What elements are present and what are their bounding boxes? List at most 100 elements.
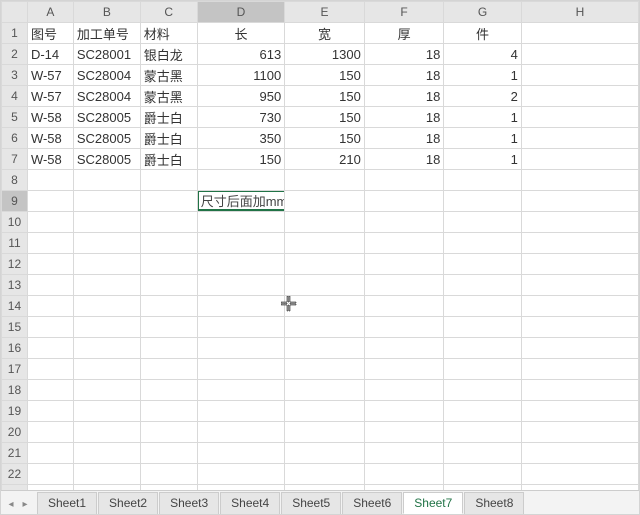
cell-B18[interactable] — [73, 380, 140, 401]
cell-E13[interactable] — [285, 275, 365, 296]
cell-E21[interactable] — [285, 443, 365, 464]
cell-H9[interactable] — [521, 191, 638, 212]
cell-F3[interactable]: 18 — [364, 65, 443, 86]
col-header-A[interactable]: A — [27, 2, 73, 23]
cell-H10[interactable] — [521, 212, 638, 233]
col-header-G[interactable]: G — [444, 2, 521, 23]
cell-D4[interactable]: 950 — [197, 86, 285, 107]
row-header-19[interactable]: 19 — [2, 401, 28, 422]
col-header-H[interactable]: H — [521, 2, 638, 23]
cell-G22[interactable] — [444, 464, 521, 485]
cell-G18[interactable] — [444, 380, 521, 401]
cell-F16[interactable] — [364, 338, 443, 359]
cell-H3[interactable] — [521, 65, 638, 86]
cell-H18[interactable] — [521, 380, 638, 401]
cell-B14[interactable] — [73, 296, 140, 317]
cell-C4[interactable]: 蒙古黑 — [140, 86, 197, 107]
cell-A6[interactable]: W-58 — [27, 128, 73, 149]
cell-D13[interactable] — [197, 275, 285, 296]
grid[interactable]: A B C D E F G H 1图号加工单号材料长宽厚件2D-14SC2800… — [1, 1, 639, 506]
cell-A19[interactable] — [27, 401, 73, 422]
col-header-B[interactable]: B — [73, 2, 140, 23]
cell-C5[interactable]: 爵士白 — [140, 107, 197, 128]
row-header-8[interactable]: 8 — [2, 170, 28, 191]
cell-A22[interactable] — [27, 464, 73, 485]
cell-B3[interactable]: SC28004 — [73, 65, 140, 86]
sheet-tab-Sheet2[interactable]: Sheet2 — [98, 492, 158, 514]
cell-G12[interactable] — [444, 254, 521, 275]
row-header-18[interactable]: 18 — [2, 380, 28, 401]
row-header-2[interactable]: 2 — [2, 44, 28, 65]
row-header-5[interactable]: 5 — [2, 107, 28, 128]
cell-G14[interactable] — [444, 296, 521, 317]
cell-C18[interactable] — [140, 380, 197, 401]
row-header-12[interactable]: 12 — [2, 254, 28, 275]
cell-D2[interactable]: 613 — [197, 44, 285, 65]
cell-A4[interactable]: W-57 — [27, 86, 73, 107]
cell-E7[interactable]: 210 — [285, 149, 365, 170]
cell-D12[interactable] — [197, 254, 285, 275]
cell-D6[interactable]: 350 — [197, 128, 285, 149]
cell-C9[interactable] — [140, 191, 197, 212]
cell-B13[interactable] — [73, 275, 140, 296]
cell-C19[interactable] — [140, 401, 197, 422]
cell-C16[interactable] — [140, 338, 197, 359]
cell-C8[interactable] — [140, 170, 197, 191]
cell-H20[interactable] — [521, 422, 638, 443]
cell-F7[interactable]: 18 — [364, 149, 443, 170]
cell-B22[interactable] — [73, 464, 140, 485]
row-header-11[interactable]: 11 — [2, 233, 28, 254]
cell-D20[interactable] — [197, 422, 285, 443]
cell-C6[interactable]: 爵士白 — [140, 128, 197, 149]
cell-C20[interactable] — [140, 422, 197, 443]
cell-C17[interactable] — [140, 359, 197, 380]
cell-D15[interactable] — [197, 317, 285, 338]
cell-G19[interactable] — [444, 401, 521, 422]
chevron-left-icon[interactable]: ◂ — [5, 497, 17, 511]
cell-C2[interactable]: 银白龙 — [140, 44, 197, 65]
row-header-21[interactable]: 21 — [2, 443, 28, 464]
cell-G3[interactable]: 1 — [444, 65, 521, 86]
row-header-3[interactable]: 3 — [2, 65, 28, 86]
cell-G17[interactable] — [444, 359, 521, 380]
sheet-tab-Sheet7[interactable]: Sheet7 — [403, 492, 463, 514]
cell-A13[interactable] — [27, 275, 73, 296]
cell-H17[interactable] — [521, 359, 638, 380]
cell-H2[interactable] — [521, 44, 638, 65]
cell-F19[interactable] — [364, 401, 443, 422]
row-header-1[interactable]: 1 — [2, 23, 28, 44]
row-header-17[interactable]: 17 — [2, 359, 28, 380]
cell-G13[interactable] — [444, 275, 521, 296]
cell-B1[interactable]: 加工单号 — [73, 23, 140, 44]
row-header-7[interactable]: 7 — [2, 149, 28, 170]
cell-B21[interactable] — [73, 443, 140, 464]
cell-A17[interactable] — [27, 359, 73, 380]
cell-A15[interactable] — [27, 317, 73, 338]
cell-B17[interactable] — [73, 359, 140, 380]
col-header-D[interactable]: D — [197, 2, 285, 23]
cell-E17[interactable] — [285, 359, 365, 380]
cell-C3[interactable]: 蒙古黑 — [140, 65, 197, 86]
cell-E15[interactable] — [285, 317, 365, 338]
cell-G2[interactable]: 4 — [444, 44, 521, 65]
cell-F2[interactable]: 18 — [364, 44, 443, 65]
cell-B16[interactable] — [73, 338, 140, 359]
cell-F14[interactable] — [364, 296, 443, 317]
cell-G11[interactable] — [444, 233, 521, 254]
row-header-13[interactable]: 13 — [2, 275, 28, 296]
row-header-20[interactable]: 20 — [2, 422, 28, 443]
row-header-10[interactable]: 10 — [2, 212, 28, 233]
cell-E16[interactable] — [285, 338, 365, 359]
cell-F10[interactable] — [364, 212, 443, 233]
cell-E6[interactable]: 150 — [285, 128, 365, 149]
cell-A10[interactable] — [27, 212, 73, 233]
cell-G15[interactable] — [444, 317, 521, 338]
cell-H6[interactable] — [521, 128, 638, 149]
cell-D7[interactable]: 150 — [197, 149, 285, 170]
cell-H13[interactable] — [521, 275, 638, 296]
cell-H8[interactable] — [521, 170, 638, 191]
sheet-tab-Sheet1[interactable]: Sheet1 — [37, 492, 97, 514]
chevron-right-icon[interactable]: ▸ — [19, 497, 31, 511]
cell-E5[interactable]: 150 — [285, 107, 365, 128]
cell-C7[interactable]: 爵士白 — [140, 149, 197, 170]
